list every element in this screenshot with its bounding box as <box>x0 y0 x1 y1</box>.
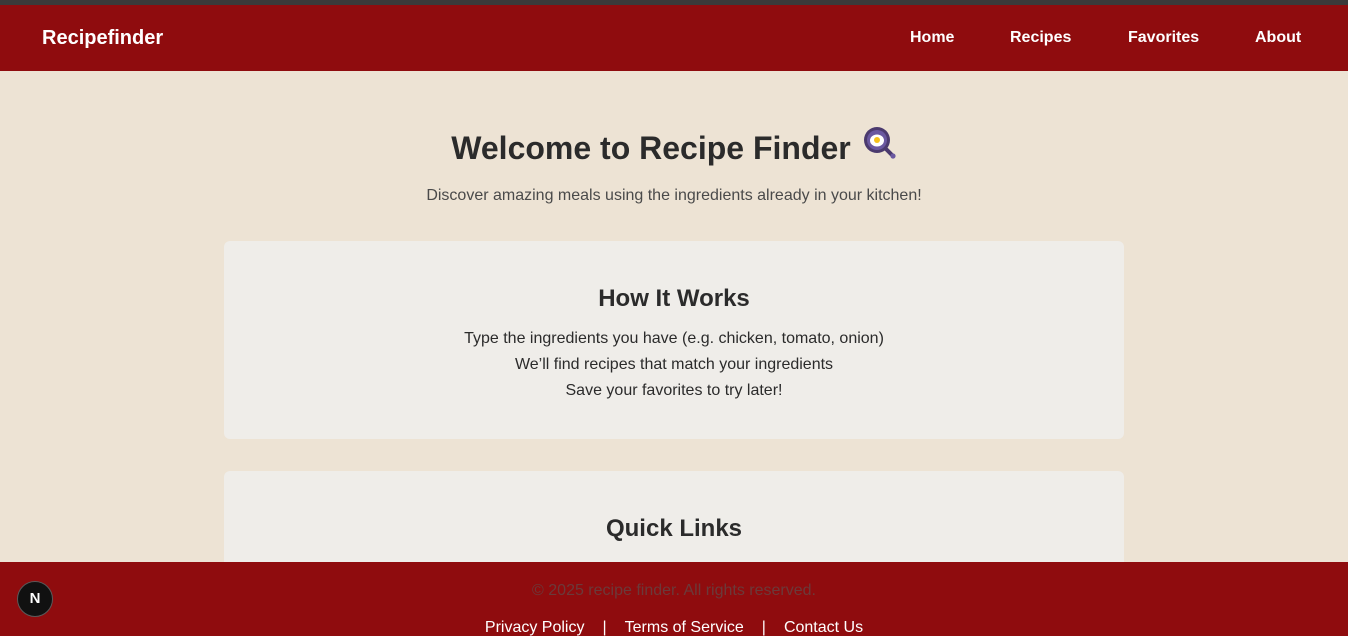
how-it-works-title: How It Works <box>598 285 750 312</box>
nav-favorites-link[interactable]: Favorites <box>1128 29 1199 47</box>
privacy-policy-link[interactable]: Privacy Policy <box>485 619 585 636</box>
site-footer: © 2025 recipe finder. All rights reserve… <box>0 562 1348 636</box>
page-title: Welcome to Recipe Finder <box>0 126 1348 172</box>
footer-separator: | <box>761 619 766 636</box>
list-item: Type the ingredients you have (e.g. chic… <box>464 330 884 347</box>
list-item: We’ll find recipes that match your ingre… <box>514 356 834 373</box>
how-it-works-card: How It Works Type the ingredients you ha… <box>224 241 1124 439</box>
nav-about-link[interactable]: About <box>1255 29 1301 47</box>
nav-recipes-link[interactable]: Recipes <box>1010 29 1071 47</box>
page-subtitle: Discover amazing meals using the ingredi… <box>426 187 922 204</box>
copyright-text: © 2025 recipe finder. All rights reserve… <box>532 582 816 599</box>
brand-logo[interactable]: Recipefinder <box>42 27 163 49</box>
contact-us-link[interactable]: Contact Us <box>784 619 863 636</box>
nav-home-link[interactable]: Home <box>910 29 954 47</box>
how-it-works-steps: Type the ingredients you have (e.g. chic… <box>224 326 1124 404</box>
quick-links-title: Quick Links <box>605 515 743 542</box>
footer-separator: | <box>602 619 607 636</box>
site-header: Recipefinder Home Recipes Favorites Abou… <box>0 5 1348 71</box>
list-item: Save your favorites to try later! <box>565 382 783 399</box>
dev-tools-badge-button[interactable]: N <box>17 581 53 617</box>
page-title-text: Welcome to Recipe Finder <box>451 130 851 166</box>
terms-of-service-link[interactable]: Terms of Service <box>625 619 744 636</box>
frying-pan-egg-icon <box>863 126 897 169</box>
footer-links: Privacy Policy | Terms of Service | Contact … <box>0 619 1348 636</box>
